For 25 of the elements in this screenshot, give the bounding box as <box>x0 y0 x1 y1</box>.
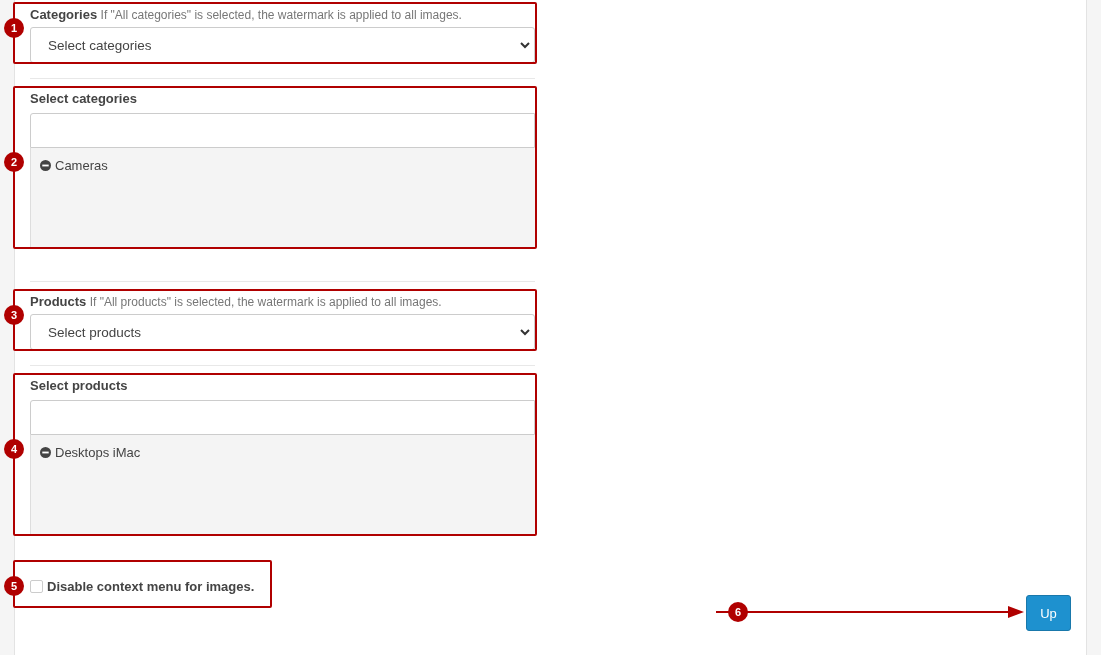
step-marker: 1 <box>4 18 24 38</box>
field-label: Select categories <box>30 91 138 106</box>
input-field[interactable] <box>30 400 535 435</box>
checkbox[interactable] <box>30 579 43 593</box>
checkbox-label: Disable context menu for images. <box>47 578 255 594</box>
step-marker: 6 <box>728 602 748 622</box>
list-item: Cameras <box>55 158 108 173</box>
list-item: Desktops iMac <box>55 445 141 460</box>
remove-icon[interactable] <box>40 160 51 171</box>
step-marker: 4 <box>4 439 24 459</box>
up-button[interactable]: Up <box>1026 595 1071 631</box>
input-field[interactable] <box>30 113 535 148</box>
dropdown[interactable]: Select categories <box>30 27 535 63</box>
dropdown[interactable]: Select products <box>30 314 535 350</box>
step-marker: 5 <box>4 576 24 596</box>
field-label: Categories <box>30 7 98 22</box>
field-label: Select products <box>30 378 129 393</box>
chevron-down-icon <box>520 328 530 336</box>
remove-icon[interactable] <box>40 447 51 458</box>
field-label: Products <box>30 294 87 309</box>
step-marker: 2 <box>4 152 24 172</box>
chevron-down-icon <box>520 41 530 49</box>
field-hint: If "All products" is selected, the watermark is applied to all images. <box>89 295 442 309</box>
step-marker: 3 <box>4 305 24 325</box>
field-hint: If "All categories" is selected, the watermark is applied to all images. <box>100 8 462 22</box>
